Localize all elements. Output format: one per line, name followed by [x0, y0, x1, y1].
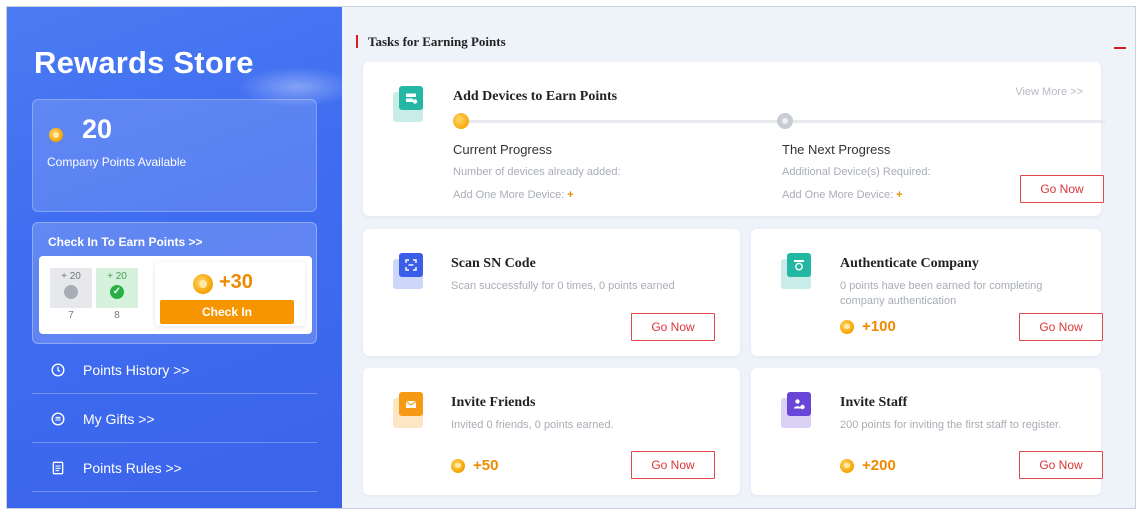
gift-icon	[51, 411, 65, 426]
envelope-icon	[393, 392, 429, 428]
checkmark-icon: ✓	[110, 285, 124, 299]
authenticate-company-go-button[interactable]: Go Now	[1019, 313, 1103, 341]
invite-staff-card: Invite Staff 200 points for inviting the…	[751, 368, 1103, 495]
day-reward: + 20	[107, 271, 127, 282]
day-number: 8	[114, 310, 120, 321]
unchecked-icon	[64, 285, 78, 299]
coin-icon	[840, 319, 854, 334]
add-user-icon	[781, 392, 817, 428]
sidebar: Rewards Store 20 Company Points Availabl…	[7, 7, 357, 508]
coin-icon	[451, 458, 465, 473]
invite-staff-title: Invite Staff	[840, 395, 908, 410]
authenticate-company-desc: 0 points have been earned for completing…	[840, 280, 1043, 307]
sidebar-item-label: My Gifts >>	[83, 410, 155, 427]
invite-staff-go-button[interactable]: Go Now	[1019, 451, 1103, 479]
document-icon	[51, 461, 65, 475]
sidebar-item-points-history[interactable]: Points History >>	[32, 346, 317, 394]
reward-value: +100	[862, 318, 896, 335]
sidebar-item-my-gifts[interactable]: My Gifts >>	[32, 395, 317, 443]
next-add-more-points: +	[896, 189, 903, 201]
points-card: 20 Company Points Available	[32, 99, 317, 212]
next-progress-coin-icon	[777, 113, 793, 129]
authenticate-company-reward: +100	[840, 318, 896, 335]
section-title: Tasks for Earning Points	[356, 34, 506, 50]
scan-sn-title: Scan SN Code	[451, 256, 536, 271]
day-reward: + 20	[61, 271, 81, 282]
invite-friends-title: Invite Friends	[451, 395, 536, 410]
today-reward-box: +30 Check In	[155, 262, 305, 326]
view-more-link[interactable]: View More >>	[1015, 86, 1083, 98]
sidebar-item-label: Points Rules >>	[83, 459, 182, 476]
rewards-store-window: Rewards Store 20 Company Points Availabl…	[6, 6, 1136, 509]
sidebar-item-points-rules[interactable]: Points Rules >>	[32, 444, 317, 492]
add-devices-go-button[interactable]: Go Now	[1020, 175, 1104, 203]
add-devices-card: Add Devices to Earn Points View More >> …	[363, 62, 1105, 216]
section-title-text: Tasks for Earning Points	[368, 34, 506, 49]
device-icon	[393, 86, 429, 122]
authenticate-company-card: Authenticate Company 0 points have been …	[751, 229, 1103, 356]
current-progress-coin-icon	[453, 113, 469, 129]
next-add-more-label: Add One More Device:	[782, 189, 894, 201]
title-accent-bar	[356, 35, 358, 48]
invite-friends-desc: Invited 0 friends, 0 points earned.	[451, 419, 614, 431]
store-title: Rewards Store	[34, 45, 254, 80]
invite-friends-card: Invite Friends Invited 0 friends, 0 poin…	[363, 368, 740, 495]
reward-value: +200	[862, 457, 896, 474]
add-devices-title: Add Devices to Earn Points	[453, 89, 618, 104]
checkin-day: + 20 7	[50, 266, 92, 324]
checkin-panel: + 20 7 + 20 ✓ 8 +30 Check In	[39, 256, 312, 334]
main-panel: Tasks for Earning Points Add Devices to …	[342, 7, 1135, 508]
authenticate-company-title: Authenticate Company	[840, 256, 979, 271]
day-number: 7	[68, 310, 74, 321]
current-add-more-label: Add One More Device:	[453, 189, 565, 201]
points-value: 20	[82, 114, 113, 144]
collapse-icon[interactable]	[1114, 47, 1126, 49]
next-devices-required: Additional Device(s) Required:	[782, 166, 931, 178]
invite-friends-go-button[interactable]: Go Now	[631, 451, 715, 479]
check-in-button[interactable]: Check In	[160, 300, 294, 324]
next-progress-heading: The Next Progress	[782, 142, 891, 157]
checkin-day: + 20 ✓ 8	[96, 266, 138, 324]
scan-icon	[393, 253, 429, 289]
scan-sn-card: Scan SN Code Scan successfully for 0 tim…	[363, 229, 740, 356]
badge-icon	[781, 253, 817, 289]
coin-icon	[840, 458, 854, 473]
coin-icon	[49, 128, 63, 142]
today-reward: +30	[219, 271, 253, 293]
scan-sn-go-button[interactable]: Go Now	[631, 313, 715, 341]
current-add-more-points: +	[567, 189, 574, 201]
invite-friends-reward: +50	[451, 457, 498, 474]
checkin-title[interactable]: Check In To Earn Points >>	[48, 235, 202, 249]
sidebar-item-label: Points History >>	[83, 361, 190, 378]
scan-sn-desc: Scan successfully for 0 times, 0 points …	[451, 280, 675, 292]
coin-icon	[193, 274, 213, 294]
current-progress-heading: Current Progress	[453, 142, 552, 157]
clock-icon	[51, 362, 65, 377]
current-devices-added: Number of devices already added:	[453, 166, 621, 178]
invite-staff-reward: +200	[840, 457, 896, 474]
next-add-more: Add One More Device: +	[782, 189, 903, 201]
points-label: Company Points Available	[47, 155, 187, 169]
current-add-more: Add One More Device: +	[453, 189, 574, 201]
invite-staff-desc: 200 points for inviting the first staff …	[840, 419, 1062, 431]
checkin-card: Check In To Earn Points >> + 20 7 + 20 ✓…	[32, 222, 317, 344]
reward-value: +50	[473, 457, 499, 474]
